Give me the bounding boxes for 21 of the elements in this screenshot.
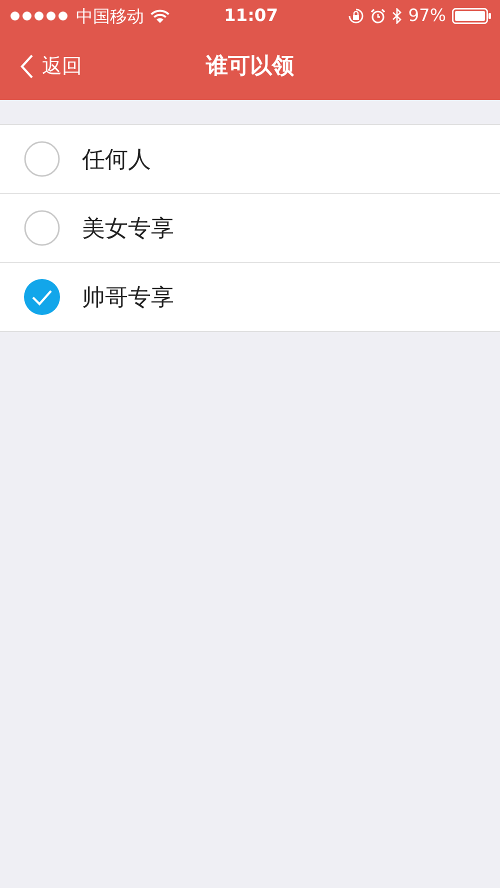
page-title: 谁可以领 (206, 53, 294, 81)
clock-time: 11:07 (224, 6, 278, 26)
alarm-icon (370, 8, 386, 24)
option-row[interactable]: 美女专享 (0, 194, 500, 263)
option-label: 帅哥专享 (82, 284, 174, 312)
radio-icon[interactable] (24, 141, 60, 177)
back-chevron-icon (20, 53, 34, 79)
wifi-icon (150, 8, 170, 24)
checked-radio-icon[interactable] (24, 279, 60, 315)
battery-icon (452, 8, 492, 24)
back-button[interactable]: 返回 (20, 52, 82, 80)
bluetooth-icon (392, 8, 402, 24)
option-label: 任何人 (82, 146, 151, 174)
rotation-lock-icon (348, 8, 364, 24)
battery-percentage: 97% (408, 6, 446, 26)
option-row[interactable]: 任何人 (0, 125, 500, 194)
radio-icon[interactable] (24, 210, 60, 246)
signal-icon (10, 11, 70, 21)
option-label: 美女专享 (82, 214, 174, 244)
carrier-name: 中国移动 (76, 6, 144, 28)
option-row[interactable]: 帅哥专享 (0, 263, 500, 331)
